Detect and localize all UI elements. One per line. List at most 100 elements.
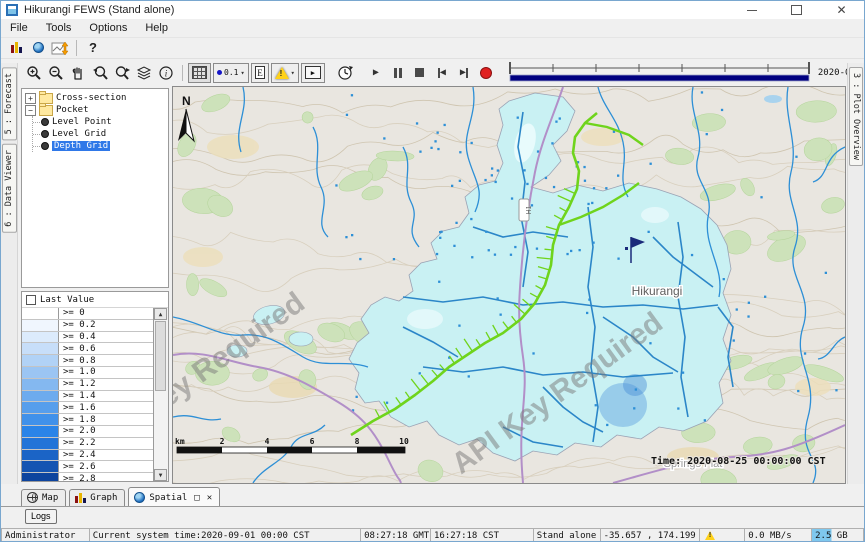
maximize-button[interactable] <box>774 1 819 19</box>
tab-map[interactable]: Map <box>21 489 66 506</box>
logs-button[interactable]: Logs <box>25 509 57 524</box>
expand-icon[interactable]: + <box>25 93 36 104</box>
right-shortcut-strip: 3 : Plot Overview <box>847 63 865 484</box>
legend-row[interactable]: >= 2.8 <box>22 473 154 481</box>
legend-row[interactable]: >= 0.8 <box>22 355 154 367</box>
scroll-up-icon[interactable]: ▲ <box>154 308 167 320</box>
legend-row[interactable]: >= 1.0 <box>22 367 154 379</box>
menu-options[interactable]: Options <box>80 22 136 34</box>
menu-bar: File Tools Options Help <box>1 19 864 38</box>
legend-row[interactable]: >= 0 <box>22 308 154 320</box>
zoom-in-button[interactable] <box>23 62 45 84</box>
skip-end-button[interactable]: ▶ <box>455 64 473 82</box>
grid-toggle-button[interactable] <box>188 63 211 83</box>
legend-row[interactable]: >= 2.2 <box>22 438 154 450</box>
help-button[interactable]: ? <box>82 37 104 59</box>
tab-graph[interactable]: Graph <box>69 489 125 506</box>
timeseries-dialog-button[interactable] <box>49 37 71 59</box>
legend-row[interactable]: >= 1.4 <box>22 391 154 403</box>
zoom-out-button[interactable] <box>45 62 67 84</box>
bottom-tab-bar: Map Graph Spatial □ ✕ <box>1 484 864 507</box>
legend-row[interactable]: >= 2.0 <box>22 426 154 438</box>
minimize-button[interactable] <box>729 1 774 19</box>
hand-icon <box>70 65 86 81</box>
legend-label: >= 1.0 <box>59 367 96 378</box>
tree-node-level-grid[interactable]: Level Grid <box>33 128 168 140</box>
tree-node-level-point[interactable]: Level Point <box>33 116 168 128</box>
scroll-down-icon[interactable]: ▼ <box>154 469 167 481</box>
contour-interval-dropdown[interactable]: 0.1 ▾ <box>213 63 249 83</box>
tab-graph-label: Graph <box>90 493 117 503</box>
tree-node-label: Level Point <box>52 117 112 127</box>
legend-row[interactable]: >= 1.2 <box>22 379 154 391</box>
scroll-thumb[interactable] <box>155 321 166 391</box>
legend-row[interactable]: >= 0.6 <box>22 343 154 355</box>
dot-icon <box>217 70 222 75</box>
zoom-previous-button[interactable] <box>89 62 111 84</box>
tab-spatial[interactable]: Spatial □ ✕ <box>128 487 220 506</box>
svg-text:4: 4 <box>265 437 270 446</box>
skip-start-button[interactable]: ◀ <box>433 64 451 82</box>
legend-row[interactable]: >= 2.6 <box>22 461 154 473</box>
legend-label: >= 1.6 <box>59 402 96 413</box>
svg-text:N: N <box>182 94 191 108</box>
legend-row[interactable]: >= 0.2 <box>22 320 154 332</box>
svg-text:E: E <box>257 68 263 78</box>
play-button[interactable]: ▶ <box>367 64 385 82</box>
bar-chart-icon <box>11 42 22 53</box>
menu-file[interactable]: File <box>1 22 37 34</box>
menu-tools[interactable]: Tools <box>37 22 81 34</box>
thresholds-button[interactable] <box>5 37 27 59</box>
pause-button[interactable] <box>389 64 407 82</box>
status-coordinates: -35.657 , 174.199 <box>600 528 700 542</box>
data-viewer-panel: + Cross-section − Pocket Level Point Lev… <box>18 86 172 484</box>
spatial-map-view[interactable]: API Key Required API Key Required H1 Hik… <box>172 86 846 484</box>
record-button[interactable] <box>477 64 495 82</box>
legend-row[interactable]: >= 1.8 <box>22 414 154 426</box>
tab-data-viewer[interactable]: 6 : Data Viewer <box>2 144 17 233</box>
legend-label: >= 2.4 <box>59 450 96 461</box>
movie-icon: ▶ <box>305 66 321 79</box>
tab-forecast[interactable]: 5 : Forecast <box>2 67 17 140</box>
info-button[interactable]: i <box>155 62 177 84</box>
status-memory: 2.5 GB <box>811 528 864 542</box>
chevron-down-icon: ▾ <box>240 69 244 77</box>
svg-text:6: 6 <box>310 437 315 446</box>
legend-label: >= 0.8 <box>59 355 96 366</box>
legend-row[interactable]: >= 2.4 <box>22 450 154 462</box>
legend-label: >= 2.6 <box>59 461 96 472</box>
bullet-icon <box>41 118 49 126</box>
close-tab-icon[interactable]: ✕ <box>207 493 212 503</box>
zoom-next-button[interactable] <box>111 62 133 84</box>
tree-node-label-selected: Depth Grid <box>52 141 110 151</box>
legend-color-swatch <box>22 414 59 425</box>
menu-help[interactable]: Help <box>136 22 177 34</box>
legend-scrollbar[interactable]: ▲ ▼ <box>153 308 168 481</box>
tree-node-pocket[interactable]: − Pocket <box>22 104 168 116</box>
map-toolbar: i 0.1 ▾ E ▾ ▶ <box>1 59 864 86</box>
status-local-time: 16:27:18 CST <box>430 528 533 542</box>
svg-text:km: km <box>175 437 185 446</box>
legend-color-swatch <box>22 367 59 378</box>
layers-button[interactable] <box>133 62 155 84</box>
tree-node-depth-grid[interactable]: Depth Grid <box>33 140 168 152</box>
close-button[interactable]: ✕ <box>819 1 864 19</box>
thresholds-warning-dropdown[interactable]: ▾ <box>271 63 299 83</box>
tab-plot-overview[interactable]: 3 : Plot Overview <box>849 67 863 166</box>
label-toggle-button[interactable]: E <box>251 63 269 83</box>
time-slider[interactable] <box>507 60 812 85</box>
pan-button[interactable] <box>67 62 89 84</box>
application-window: Hikurangi FEWS (Stand alone) ✕ File Tool… <box>0 0 865 542</box>
animation-export-button[interactable]: ▶ <box>301 63 325 83</box>
legend-row[interactable]: >= 0.4 <box>22 332 154 344</box>
collapse-icon[interactable]: − <box>25 105 36 116</box>
animation-timer-button[interactable] <box>335 62 357 84</box>
stop-button[interactable] <box>411 64 429 82</box>
tab-map-label: Map <box>42 493 58 503</box>
last-value-label: Last Value <box>40 295 94 305</box>
bullet-icon <box>41 142 49 150</box>
last-value-checkbox[interactable] <box>26 295 36 305</box>
legend-row[interactable]: >= 1.6 <box>22 402 154 414</box>
undock-icon[interactable]: □ <box>194 493 199 503</box>
map-display-button[interactable] <box>27 37 49 59</box>
